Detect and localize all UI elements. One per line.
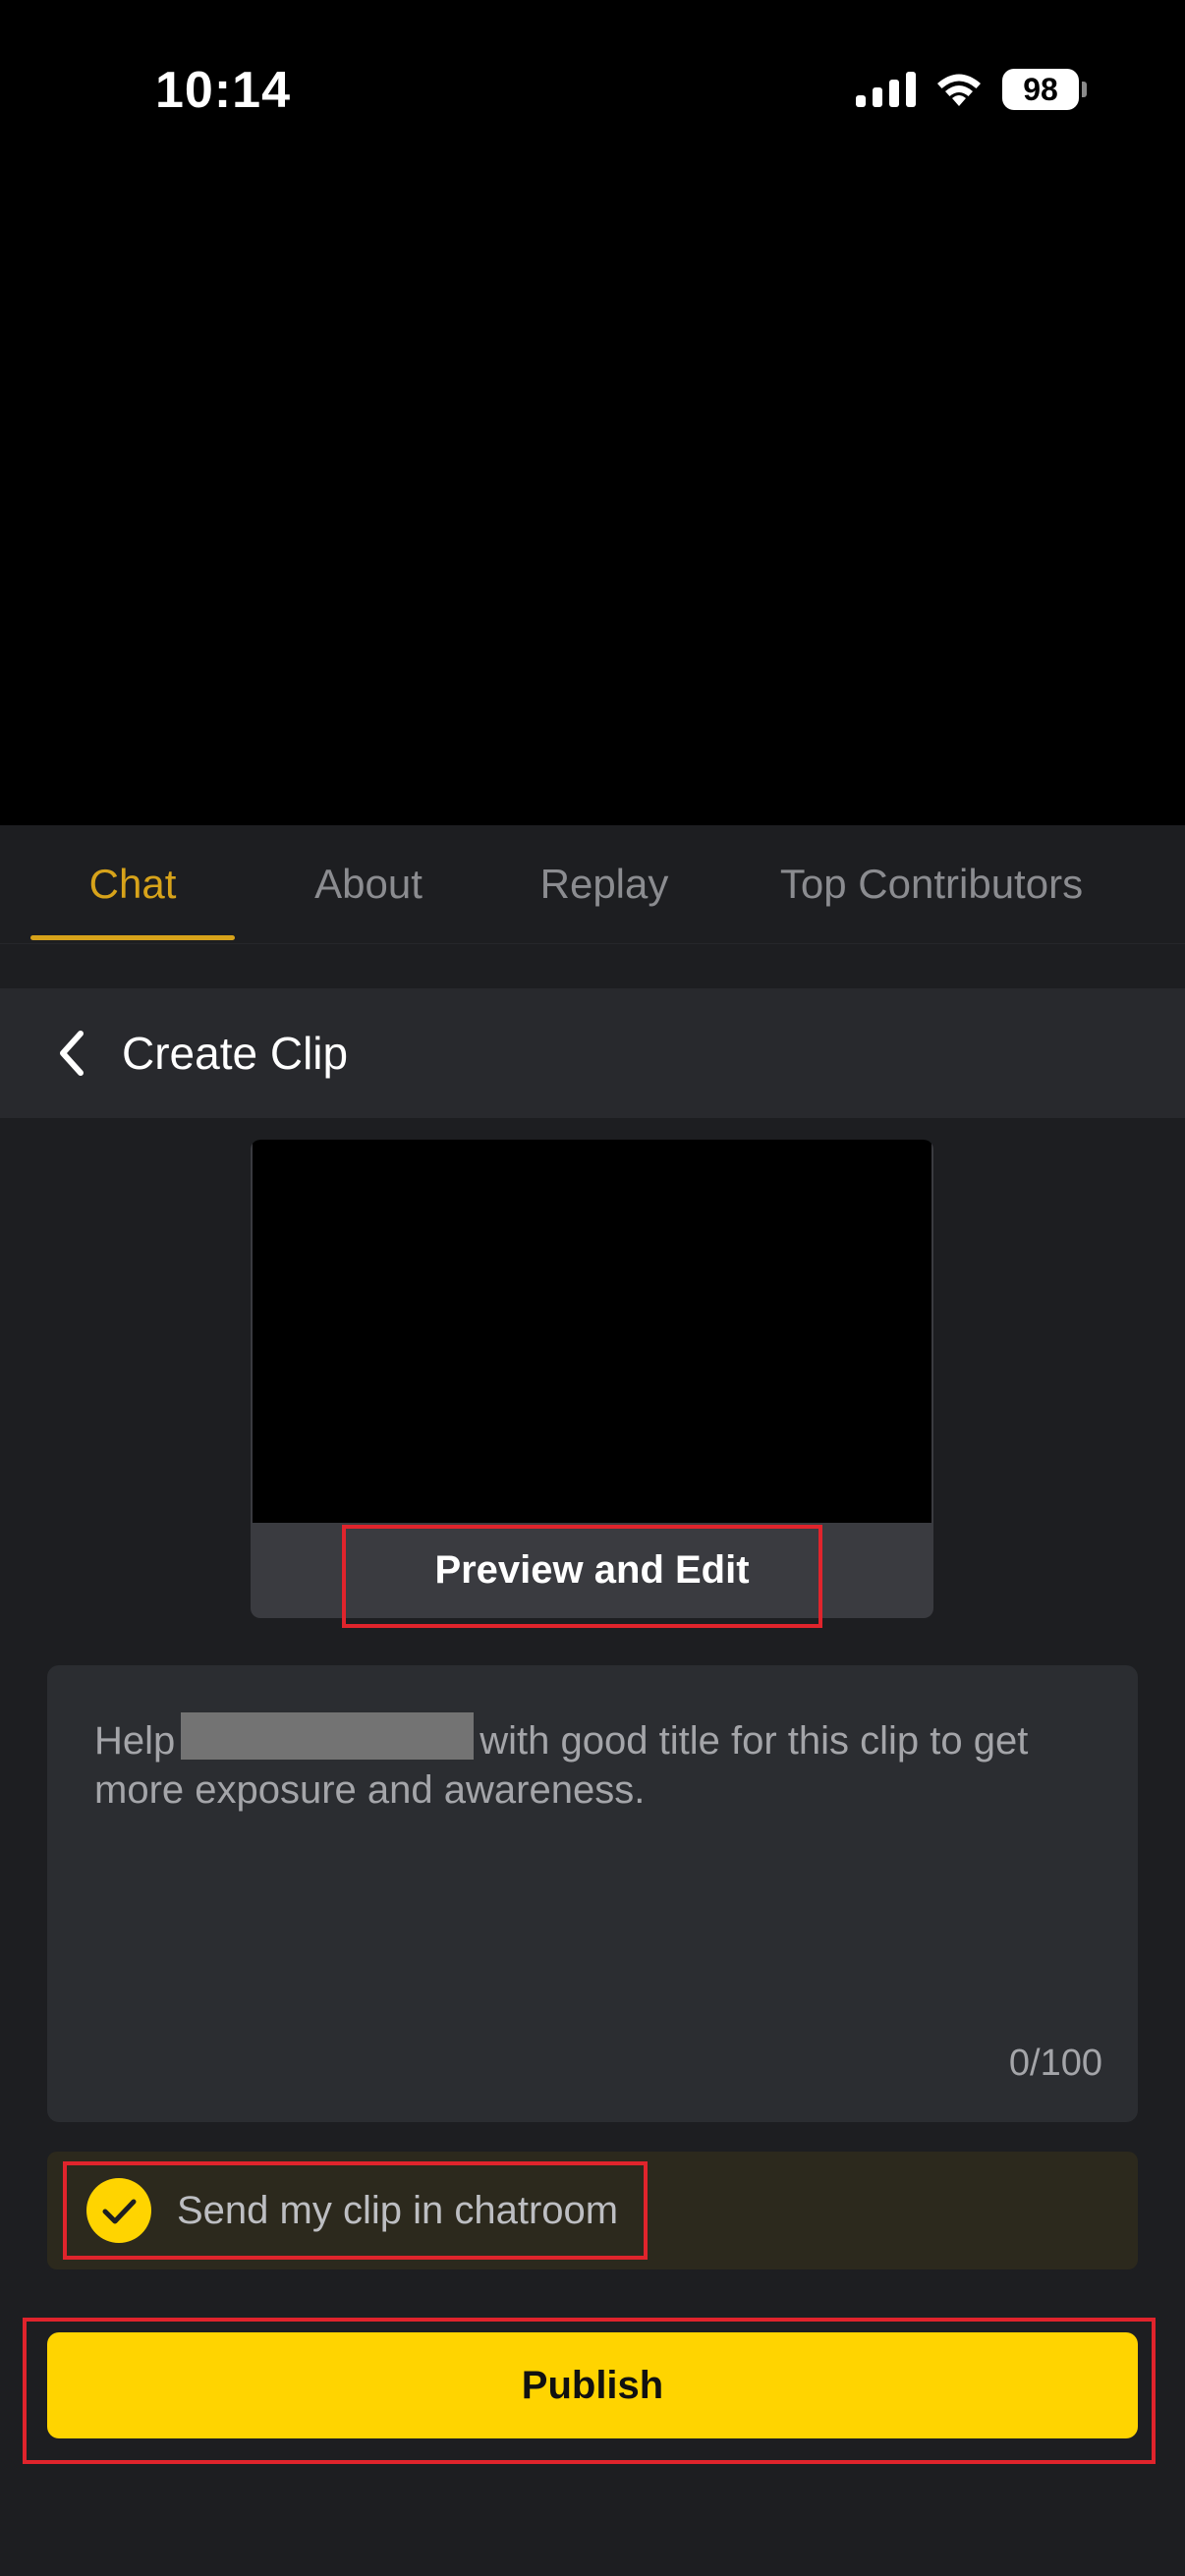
clip-preview-video[interactable]	[253, 1140, 931, 1523]
status-time: 10:14	[155, 62, 291, 119]
character-counter: 0/100	[1008, 2043, 1102, 2084]
wifi-icon	[937, 74, 981, 106]
clip-title-input[interactable]: Help with good title for this clip to get…	[47, 1665, 1138, 2122]
checkmark-icon[interactable]	[86, 2178, 151, 2243]
back-chevron-icon[interactable]	[49, 1028, 98, 1079]
tab-chat[interactable]: Chat	[30, 825, 235, 943]
send-in-chatroom-row: Send my clip in chatroom	[47, 2152, 1138, 2269]
battery-icon: 98	[1002, 69, 1087, 110]
clip-preview: Preview and Edit	[251, 1140, 933, 1618]
title-input-placeholder: Help with good title for this clip to get…	[94, 1712, 1097, 1815]
tab-bar: Chat About Replay Top Contributors	[0, 825, 1185, 944]
create-clip-header: Create Clip	[0, 988, 1185, 1118]
tab-about[interactable]: About	[270, 825, 467, 943]
active-tab-indicator	[30, 935, 235, 940]
redacted-username	[181, 1712, 475, 1760]
placeholder-text-start: Help	[94, 1719, 176, 1763]
send-in-chatroom-label[interactable]: Send my clip in chatroom	[177, 2152, 618, 2269]
status-icons: 98	[856, 69, 1087, 110]
video-player[interactable]: 10:14 98	[0, 0, 1185, 825]
tab-replay[interactable]: Replay	[506, 825, 703, 943]
preview-and-edit-button[interactable]: Preview and Edit	[251, 1523, 933, 1618]
create-clip-screen: 10:14 98 Chat About Replay Top Contribut…	[0, 0, 1185, 2576]
page-title: Create Clip	[122, 1028, 349, 1079]
tab-top-contributors[interactable]: Top Contributors	[747, 825, 1116, 943]
publish-button[interactable]: Publish	[47, 2332, 1138, 2438]
signal-icon	[856, 72, 916, 107]
